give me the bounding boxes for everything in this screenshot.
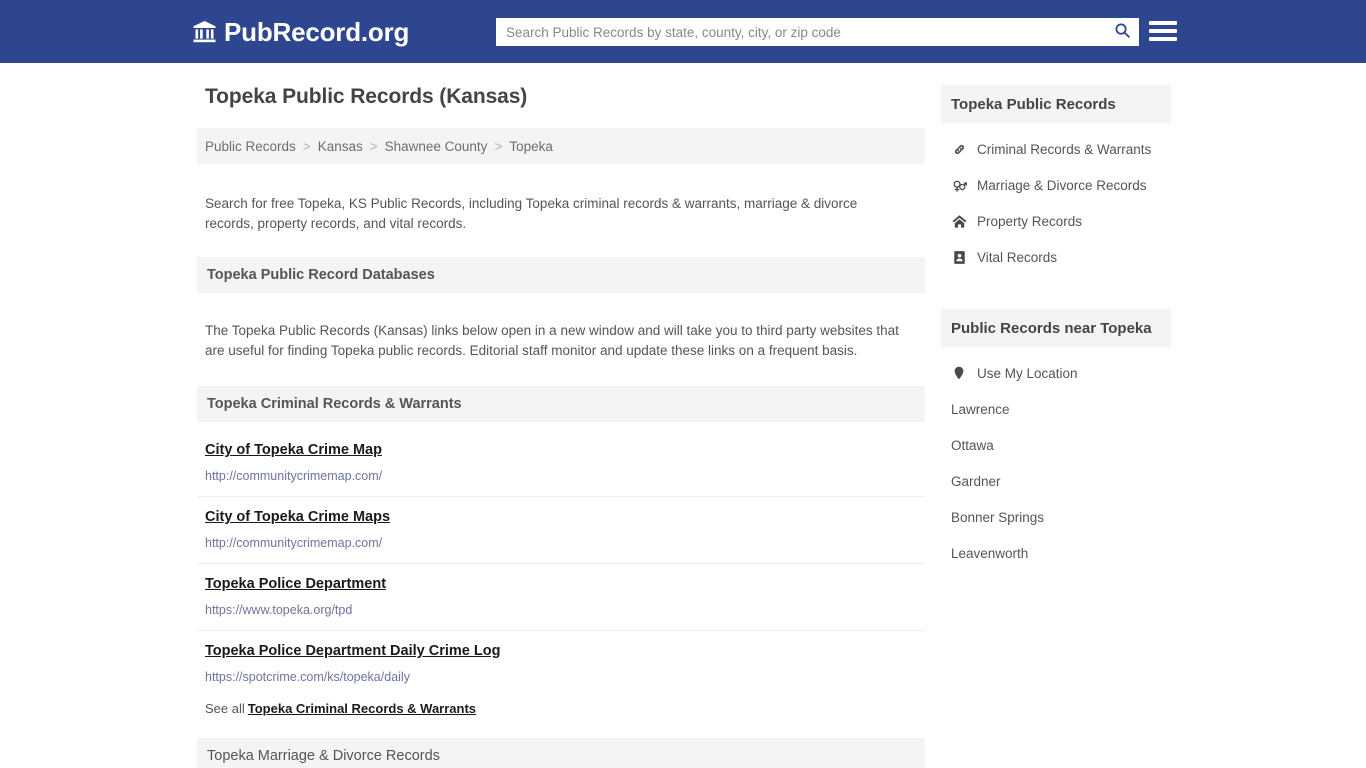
home-icon <box>951 214 967 229</box>
section-header-databases: Topeka Public Record Databases <box>197 257 925 293</box>
record-link-title[interactable]: Topeka Police Department Daily Crime Log <box>205 641 500 661</box>
see-all-row: See all Topeka Criminal Records & Warrant… <box>197 697 925 726</box>
section-header-criminal-records: Topeka Criminal Records & Warrants <box>197 386 925 422</box>
site-header: PubRecord.org <box>0 0 1366 63</box>
sidebar-item-label: Lawrence <box>951 401 1010 417</box>
link-chain-icon <box>951 142 967 157</box>
sidebar-item-use-my-location[interactable]: Use My Location <box>941 355 1171 391</box>
sidebar-item-label: Use My Location <box>977 365 1078 381</box>
page-container: Topeka Public Records (Kansas) Public Re… <box>0 63 1366 768</box>
see-all-prefix: See all <box>205 701 245 716</box>
sidebar-item-label: Vital Records <box>977 249 1058 265</box>
sidebar-item-label: Marriage & Divorce Records <box>977 177 1147 193</box>
sidebar: Topeka Public Records Criminal Records &… <box>941 85 1171 768</box>
sidebar-item-criminal-records[interactable]: Criminal Records & Warrants <box>941 131 1171 167</box>
venus-mars-icon <box>951 178 967 193</box>
breadcrumb-separator-icon: > <box>302 138 311 154</box>
bank-building-icon <box>192 20 217 44</box>
record-link-title[interactable]: City of Topeka Crime Map <box>205 440 382 460</box>
site-logo-text: PubRecord.org <box>224 16 410 47</box>
sidebar-item-label: Gardner <box>951 473 1001 489</box>
main-column: Topeka Public Records (Kansas) Public Re… <box>197 85 925 768</box>
sidebar-item-property-records[interactable]: Property Records <box>941 203 1171 239</box>
sidebar-item-label: Criminal Records & Warrants <box>977 141 1152 157</box>
map-pin-icon <box>951 366 967 380</box>
content-wrapper: Topeka Public Records (Kansas) Public Re… <box>0 63 1366 768</box>
sidebar-item-marriage-divorce[interactable]: Marriage & Divorce Records <box>941 167 1171 203</box>
search-button[interactable] <box>1105 18 1139 46</box>
list-item: Topeka Police Department Daily Crime Log… <box>197 631 925 697</box>
section-header-marriage-divorce: Topeka Marriage & Divorce Records <box>197 738 925 768</box>
hamburger-menu-icon[interactable] <box>1149 18 1177 44</box>
record-link-url[interactable]: https://www.topeka.org/tpd <box>205 602 917 618</box>
sidebar-item-gardner[interactable]: Gardner <box>941 463 1171 499</box>
site-logo[interactable]: PubRecord.org <box>192 19 409 45</box>
list-item: City of Topeka Crime Maps http://communi… <box>197 497 925 564</box>
record-link-title[interactable]: City of Topeka Crime Maps <box>205 507 390 527</box>
sidebar-item-label: Property Records <box>977 213 1083 229</box>
sidebar-item-label: Bonner Springs <box>951 509 1045 525</box>
list-item: Topeka Police Department https://www.top… <box>197 564 925 631</box>
search-bar <box>496 18 1139 46</box>
hamburger-bar <box>1149 29 1177 33</box>
hamburger-bar <box>1149 37 1177 41</box>
breadcrumb-item-topeka[interactable]: Topeka <box>509 139 553 154</box>
see-all-link[interactable]: Topeka Criminal Records & Warrants <box>248 701 476 716</box>
breadcrumb-separator-icon: > <box>369 138 378 154</box>
list-item: City of Topeka Crime Map http://communit… <box>197 430 925 497</box>
breadcrumb-item-shawnee-county[interactable]: Shawnee County <box>385 139 488 154</box>
breadcrumb: Public Records > Kansas > Shawnee County… <box>197 128 925 164</box>
search-icon <box>1114 22 1131 42</box>
record-link-url[interactable]: http://communitycrimemap.com/ <box>205 535 917 551</box>
sidebar-records-list: Criminal Records & Warrants Marriage & D… <box>941 123 1171 275</box>
sidebar-nearby-list: Use My Location Lawrence Ottawa Gardner … <box>941 347 1171 571</box>
criminal-records-link-list: City of Topeka Crime Map http://communit… <box>197 430 925 697</box>
search-input[interactable] <box>496 18 1105 46</box>
sidebar-item-ottawa[interactable]: Ottawa <box>941 427 1171 463</box>
breadcrumb-item-public-records[interactable]: Public Records <box>205 139 296 154</box>
sidebar-header-near-topeka: Public Records near Topeka <box>941 309 1171 347</box>
record-link-url[interactable]: http://communitycrimemap.com/ <box>205 468 917 484</box>
databases-description: The Topeka Public Records (Kansas) links… <box>205 322 899 358</box>
hamburger-bar <box>1149 21 1177 25</box>
sidebar-item-label: Leavenworth <box>951 545 1029 561</box>
id-card-icon <box>951 250 967 265</box>
record-link-url[interactable]: https://spotcrime.com/ks/topeka/daily <box>205 669 917 685</box>
sidebar-item-bonner-springs[interactable]: Bonner Springs <box>941 499 1171 535</box>
record-link-title[interactable]: Topeka Police Department <box>205 574 386 594</box>
breadcrumb-separator-icon: > <box>494 138 503 154</box>
intro-text: Search for free Topeka, KS Public Record… <box>205 195 858 231</box>
page-title: Topeka Public Records (Kansas) <box>205 85 528 108</box>
sidebar-item-label: Ottawa <box>951 437 994 453</box>
sidebar-item-lawrence[interactable]: Lawrence <box>941 391 1171 427</box>
sidebar-item-leavenworth[interactable]: Leavenworth <box>941 535 1171 571</box>
breadcrumb-item-kansas[interactable]: Kansas <box>318 139 363 154</box>
sidebar-header-topeka-public-records: Topeka Public Records <box>941 85 1171 123</box>
sidebar-item-vital-records[interactable]: Vital Records <box>941 239 1171 275</box>
